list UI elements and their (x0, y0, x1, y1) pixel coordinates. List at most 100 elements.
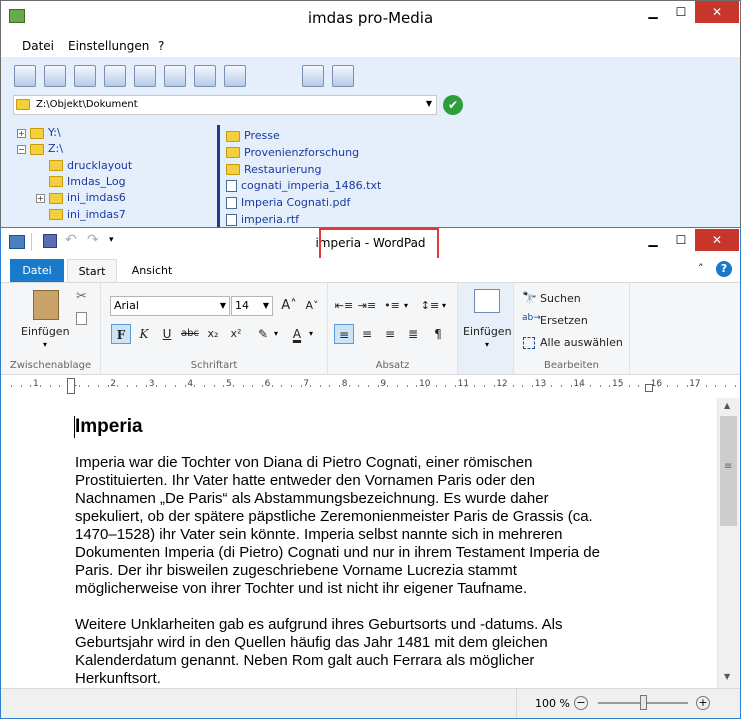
file-list-item[interactable]: cognati_imperia_1486.txt (226, 179, 381, 193)
line-spacing-dropdown-icon[interactable]: ▾ (442, 301, 446, 310)
scroll-up-icon[interactable]: ▲ (724, 401, 730, 410)
align-right-icon[interactable]: ≡ (380, 324, 400, 344)
ruler-tick (464, 385, 466, 387)
file-list-item[interactable]: Imperia Cognati.pdf (226, 196, 350, 210)
replace-button[interactable]: Ersetzen (540, 314, 588, 327)
refresh-icon[interactable] (194, 65, 216, 87)
collapse-ribbon-icon[interactable]: ˄ (698, 262, 704, 275)
tab-datei[interactable]: Datei (10, 259, 64, 282)
zoom-out-icon[interactable]: − (574, 696, 588, 710)
list-dropdown-icon[interactable]: ▾ (404, 301, 408, 310)
splitter[interactable] (217, 125, 220, 229)
insert-paste-button[interactable]: Einfügen (463, 325, 512, 338)
bullet-list-icon[interactable]: •≡ (382, 296, 402, 316)
zoom-slider[interactable] (598, 695, 688, 710)
cut-icon[interactable]: ✂ (76, 289, 87, 304)
font-family-select[interactable]: Arial ▼ (110, 296, 230, 316)
menu-einstellungen[interactable]: Einstellungen (68, 39, 149, 53)
italic-icon[interactable]: K (134, 324, 154, 344)
ruler-mark: 9 (380, 379, 387, 389)
tree-item[interactable]: drucklayout (36, 159, 132, 172)
highlight-pen-icon[interactable]: ✎ (253, 324, 273, 344)
superscript-icon[interactable]: x² (226, 324, 246, 344)
zoom-in-icon[interactable]: + (696, 696, 710, 710)
dropdown-arrow-icon[interactable]: ▼ (426, 99, 432, 108)
font-color-icon[interactable]: A (287, 324, 307, 344)
insert-image-icon[interactable] (474, 289, 500, 313)
insert-dropdown-icon[interactable]: ▾ (485, 340, 489, 349)
tab-start[interactable]: Start (67, 259, 117, 282)
checklist-icon[interactable] (134, 65, 156, 87)
menu-datei[interactable]: Datei (22, 39, 54, 53)
scroll-down-icon[interactable]: ▼ (724, 672, 730, 681)
new-document-icon[interactable] (74, 65, 96, 87)
close-button[interactable]: ✕ (695, 1, 739, 23)
maximize-button[interactable]: ☐ (667, 229, 695, 251)
tree-item[interactable]: Imdas_Log (36, 175, 126, 188)
image-icon[interactable] (302, 65, 324, 87)
indent-marker-icon[interactable] (67, 378, 75, 394)
find-button[interactable]: Suchen (540, 292, 581, 305)
help-icon[interactable]: ? (716, 261, 732, 277)
path-combobox[interactable]: Z:\Objekt\Dokument ▼ (13, 95, 437, 115)
subscript-icon[interactable]: x₂ (203, 324, 223, 344)
tree-item[interactable]: − Z:\ (17, 142, 63, 155)
ruler-tick (300, 385, 302, 387)
ruler[interactable]: 11234567891011121314151617 (1, 376, 740, 396)
line-spacing-icon[interactable]: ↕≡ (420, 296, 440, 316)
font-size-select[interactable]: 14 ▼ (231, 296, 273, 316)
minimize-button[interactable]: ▁ (639, 1, 667, 23)
grow-font-icon[interactable]: A˄ (279, 296, 299, 316)
vertical-scrollbar[interactable]: ▲ ≡ ▼ (717, 398, 739, 688)
file-list-item[interactable]: Restaurierung (226, 163, 321, 176)
save-icon[interactable] (104, 65, 126, 87)
strikethrough-icon[interactable]: abc (180, 324, 200, 344)
file-list-item[interactable]: Presse (226, 129, 280, 142)
ruler-tick (261, 385, 263, 387)
ruler-tick (734, 385, 736, 387)
paste-dropdown-icon[interactable]: ▾ (43, 340, 47, 349)
close-button[interactable]: ✕ (695, 229, 739, 251)
copy-icon[interactable] (76, 312, 87, 325)
shrink-font-icon[interactable]: A˅ (302, 296, 322, 316)
zoom-slider-thumb[interactable] (640, 695, 647, 710)
confirm-icon[interactable]: ✔ (443, 95, 463, 115)
tree-item[interactable]: ini_imdas7 (36, 208, 126, 221)
font-color-dropdown-icon[interactable]: ▾ (309, 329, 313, 338)
increase-indent-icon[interactable]: ⇥≡ (357, 296, 377, 316)
paragraph-settings-icon[interactable]: ¶ (428, 324, 448, 344)
tab-ansicht[interactable]: Ansicht (123, 259, 181, 282)
ruler-tick (696, 385, 698, 387)
select-all-button[interactable]: Alle auswählen (540, 336, 623, 349)
align-left-icon[interactable]: ≡ (334, 324, 354, 344)
decrease-indent-icon[interactable]: ⇤≡ (334, 296, 354, 316)
search-icon[interactable] (44, 65, 66, 87)
expand-icon[interactable]: + (17, 128, 26, 138)
ruler-tick (416, 385, 418, 387)
maximize-button[interactable]: ☐ (667, 1, 695, 23)
exit-icon[interactable] (14, 65, 36, 87)
scanner-icon[interactable] (164, 65, 186, 87)
justify-icon[interactable]: ≣ (403, 324, 423, 344)
ruler-tick (561, 385, 563, 387)
right-margin-marker-icon[interactable] (645, 384, 653, 392)
ruler-tick (483, 385, 485, 387)
ruler-tick (493, 385, 495, 387)
tree-item[interactable]: + ini_imdas6 (36, 191, 126, 204)
minimize-button[interactable]: ▁ (639, 229, 667, 251)
text-line: Dokumenten Imperia (di Pietro) Cognati u… (75, 544, 600, 561)
expand-icon[interactable]: + (36, 193, 45, 203)
collapse-icon[interactable]: − (17, 144, 26, 154)
bold-icon[interactable]: F (111, 324, 131, 344)
file-list-item[interactable]: Provenienzforschung (226, 146, 359, 159)
underline-icon[interactable]: U (157, 324, 177, 344)
paste-button[interactable]: Einfügen (21, 325, 70, 338)
menu-help[interactable]: ? (158, 39, 164, 53)
print-icon[interactable] (224, 65, 246, 87)
tree-item[interactable]: + Y:\ (17, 126, 61, 139)
file-list-item[interactable]: imperia.rtf (226, 213, 299, 226)
align-center-icon[interactable]: ≡ (357, 324, 377, 344)
document-area[interactable]: Imperia Imperia war die Tochter von Dian… (3, 398, 716, 688)
unlink-icon[interactable] (332, 65, 354, 87)
highlight-dropdown-icon[interactable]: ▾ (274, 329, 278, 338)
